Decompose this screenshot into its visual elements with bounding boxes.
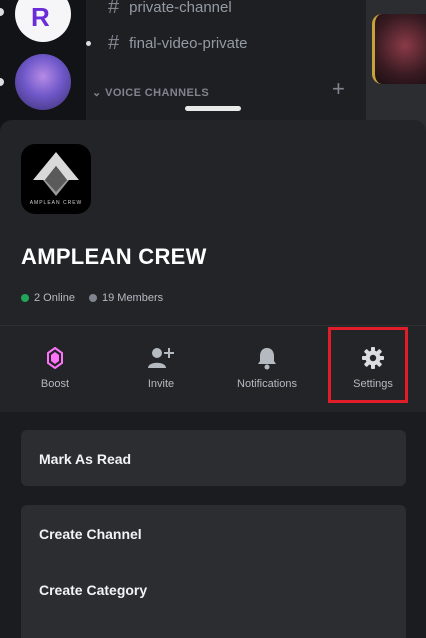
chevron-down-icon: ⌄ xyxy=(92,87,102,99)
notifications-label: Notifications xyxy=(237,378,297,390)
bell-icon xyxy=(214,344,320,372)
member-count: 19 Members xyxy=(88,292,164,304)
server-logo-glyph: R xyxy=(31,2,50,32)
member-label: 19 Members xyxy=(101,292,164,304)
boost-label: Boost xyxy=(40,378,70,390)
create-channel-item[interactable]: Create Channel xyxy=(39,526,142,542)
notifications-button[interactable]: Notifications xyxy=(214,326,320,412)
voice-channels-label: VOICE CHANNELS xyxy=(105,87,210,99)
mark-as-read-item[interactable]: Mark As Read xyxy=(39,451,131,467)
online-count: 2 Online xyxy=(21,292,75,304)
invite-button[interactable]: Invite xyxy=(108,326,214,412)
hash-lock-icon: # xyxy=(108,32,120,54)
server-logo: AMPLEAN CREW xyxy=(21,144,91,214)
channel-name: final-video-private xyxy=(129,35,248,52)
sheet-drag-handle[interactable] xyxy=(185,106,241,111)
channel-item[interactable]: # final-video-private xyxy=(108,32,248,55)
menu-card: Mark As Read xyxy=(21,430,406,486)
online-label: 2 Online xyxy=(34,292,75,304)
unread-pill xyxy=(0,78,4,86)
server-logo-text: AMPLEAN CREW xyxy=(29,200,83,206)
boost-button[interactable]: Boost xyxy=(2,326,108,412)
server-icon[interactable]: R xyxy=(15,0,71,42)
create-category-item[interactable]: Create Category xyxy=(39,582,147,598)
unread-pill xyxy=(0,8,4,16)
channel-item[interactable]: # private-channel xyxy=(108,0,232,19)
voice-channels-header[interactable]: ⌄ VOICE CHANNELS xyxy=(92,86,209,99)
plus-icon[interactable]: + xyxy=(332,76,345,102)
server-name: AMPLEAN CREW xyxy=(21,244,207,269)
invite-label: Invite xyxy=(147,378,175,390)
channel-name: private-channel xyxy=(129,0,232,16)
menu-card: Create Channel Create Category xyxy=(21,505,406,638)
boost-icon xyxy=(2,344,108,372)
online-dot-icon xyxy=(21,294,29,302)
unread-dot xyxy=(86,41,91,46)
server-stats: 2 Online 19 Members xyxy=(21,292,163,304)
settings-highlight-box xyxy=(328,327,408,403)
hash-lock-icon: # xyxy=(108,0,120,18)
member-dot-icon xyxy=(88,294,97,302)
avatar xyxy=(372,14,426,84)
add-user-icon xyxy=(108,344,214,372)
server-icon[interactable] xyxy=(15,54,71,110)
